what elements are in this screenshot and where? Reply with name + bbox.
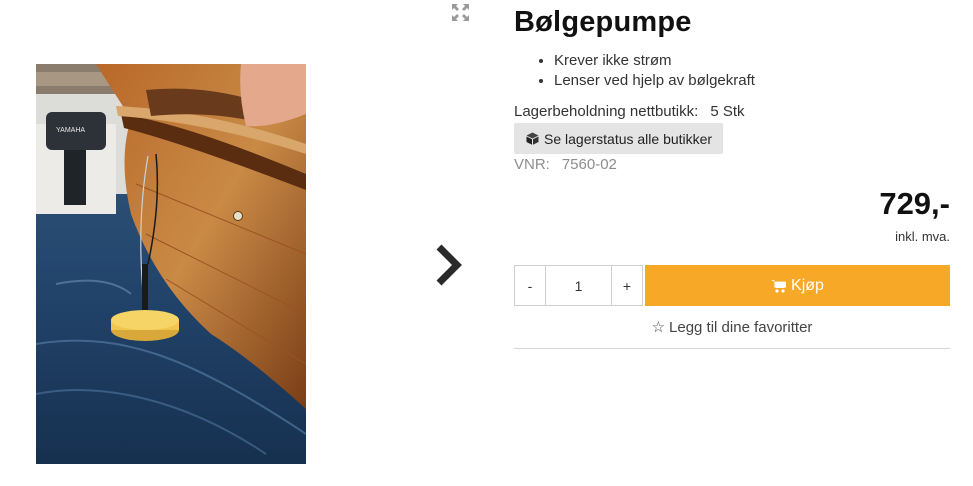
favorites-label: Legg til dine favoritter [669,319,813,336]
quantity-input[interactable] [545,266,612,305]
quantity-decrease-button[interactable]: - [515,266,545,305]
store-status-button[interactable]: Se lagerstatus alle butikker [514,123,723,154]
box-icon [526,132,539,145]
stock-info: Lagerbeholdning nettbutikk: 5 Stk [514,103,745,120]
product-gallery: YAMAHA [0,0,500,486]
cart-icon [771,279,787,293]
product-image[interactable]: YAMAHA [36,64,306,464]
quantity-increase-button[interactable]: + [612,266,642,305]
product-price: 729,- [879,186,950,221]
outboard-brand-text: YAMAHA [56,127,85,134]
add-to-favorites-link[interactable]: ☆ Legg til dine favoritter [514,318,950,336]
chevron-right-icon [436,244,462,286]
stock-label: Lagerbeholdning nettbutikk: [514,103,699,120]
product-title: Bølgepumpe [514,6,692,38]
vnr-value: 7560-02 [561,156,617,173]
star-outline-icon: ☆ [651,319,666,336]
feature-item: Krever ikke strøm [554,51,755,71]
quantity-stepper: - + [514,265,643,306]
next-image-button[interactable] [430,242,464,288]
vat-note: inkl. mva. [895,229,950,244]
buy-button[interactable]: Kjøp [645,265,950,306]
buy-label: Kjøp [791,276,824,294]
expand-icon[interactable] [452,4,469,21]
vnr-label: VNR: [514,156,550,173]
feature-item: Lenser ved hjelp av bølgekraft [554,71,755,91]
divider [514,348,950,349]
stock-value: 5 Stk [710,103,745,120]
store-status-label: Se lagerstatus alle butikker [544,130,713,147]
product-features: Krever ikke strøm Lenser ved hjelp av bø… [514,51,755,91]
item-number: VNR: 7560-02 [514,156,617,173]
